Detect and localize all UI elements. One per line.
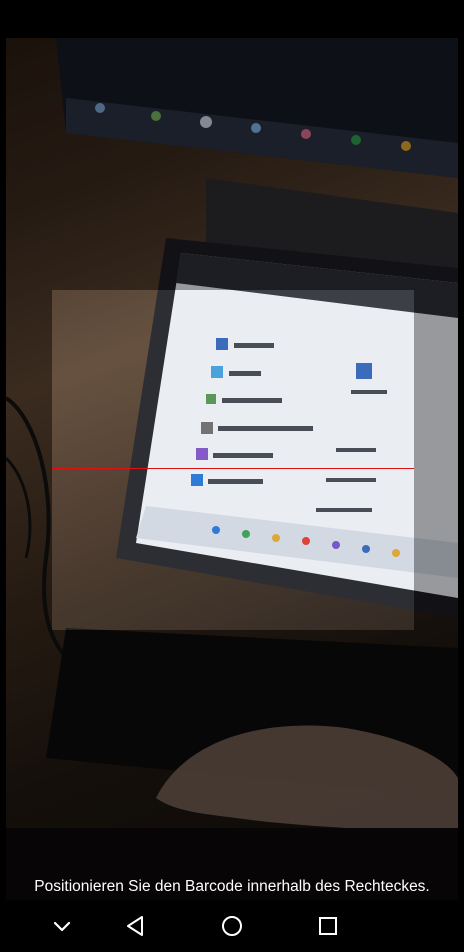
back-triangle-icon[interactable] — [122, 912, 150, 940]
overlay-bottom — [6, 630, 458, 900]
scan-line — [52, 468, 414, 469]
scan-instruction: Positionieren Sie den Barcode innerhalb … — [34, 878, 430, 895]
overlay-right — [414, 290, 458, 630]
chevron-down-icon[interactable] — [48, 912, 76, 940]
navigation-bar — [0, 900, 464, 952]
overlay-left — [6, 290, 52, 630]
home-circle-icon[interactable] — [218, 912, 246, 940]
camera-preview — [6, 38, 458, 900]
status-bar — [0, 0, 464, 38]
scan-rectangle — [52, 290, 414, 630]
recents-square-icon[interactable] — [314, 912, 342, 940]
overlay-top — [6, 38, 458, 290]
